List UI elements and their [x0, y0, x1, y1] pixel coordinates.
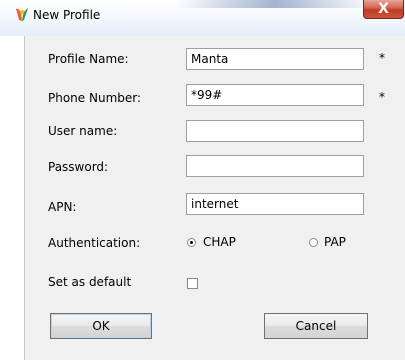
profile-name-input[interactable]: [186, 48, 364, 70]
window-title: New Profile: [33, 8, 101, 22]
phone-number-input[interactable]: [186, 84, 364, 106]
apn-input[interactable]: [186, 193, 364, 215]
chap-radio[interactable]: [187, 238, 196, 247]
phone-number-required-marker: *: [379, 90, 385, 104]
ok-button[interactable]: OK: [50, 313, 152, 339]
user-name-label: User name:: [48, 124, 118, 138]
close-button[interactable]: X: [363, 0, 404, 19]
close-icon: X: [378, 1, 389, 17]
title-bar: New Profile X: [0, 0, 405, 36]
password-input[interactable]: [186, 155, 364, 177]
cancel-button[interactable]: Cancel: [264, 313, 368, 339]
profile-name-required-marker: *: [379, 51, 385, 65]
phone-number-label: Phone Number:: [48, 91, 142, 105]
profile-name-label: Profile Name:: [48, 52, 129, 66]
pap-radio[interactable]: [309, 238, 318, 247]
title-bar-glow: [175, 0, 375, 8]
new-profile-dialog: New Profile X Profile Name: * Phone Numb…: [0, 0, 405, 360]
password-label: Password:: [48, 160, 109, 174]
authentication-label: Authentication:: [48, 236, 141, 250]
set-as-default-checkbox[interactable]: [187, 278, 198, 289]
apn-label: APN:: [48, 200, 77, 214]
chap-radio-label[interactable]: CHAP: [203, 235, 236, 249]
set-as-default-label: Set as default: [48, 275, 132, 289]
pap-radio-label[interactable]: PAP: [324, 235, 346, 249]
user-name-input[interactable]: [186, 120, 364, 142]
app-logo-icon: [16, 8, 28, 21]
